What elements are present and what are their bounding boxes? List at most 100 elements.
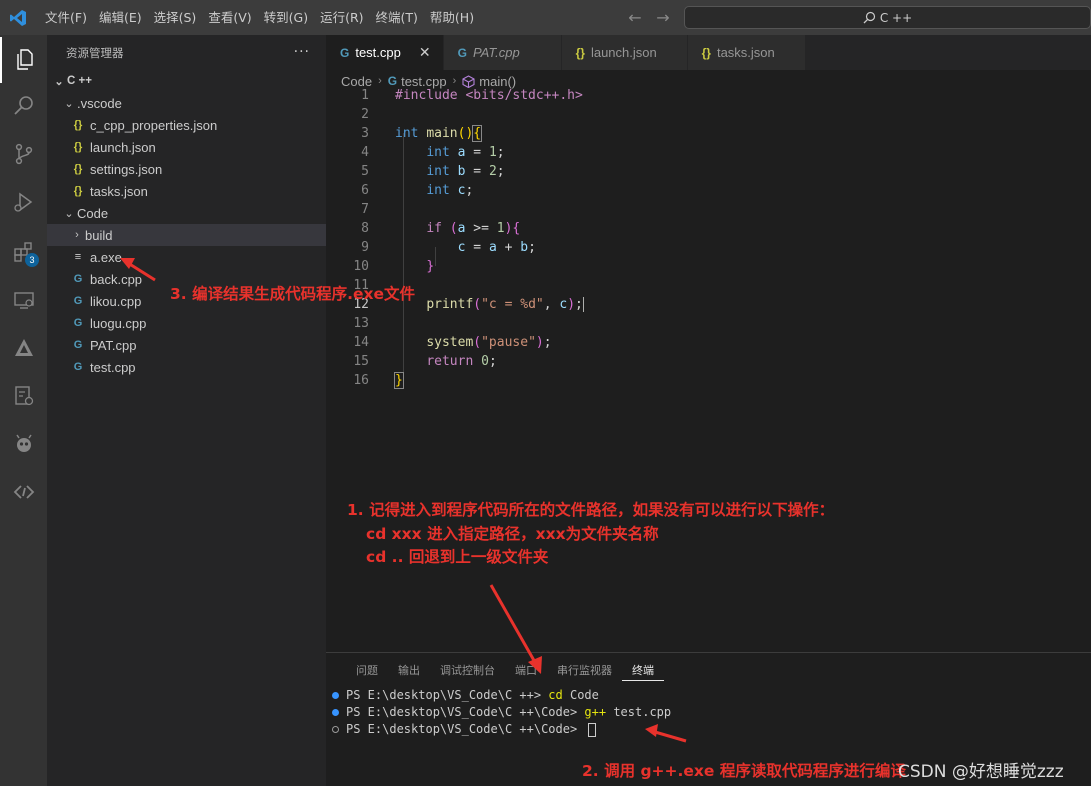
code-line: 11 (353, 278, 369, 293)
source-control-icon[interactable] (0, 131, 47, 177)
azure-icon[interactable] (0, 325, 47, 371)
remote-link-icon[interactable] (0, 469, 47, 515)
terminal-line[interactable]: PS E:\desktop\VS_Code\C ++\Code> (332, 721, 597, 738)
editor-tabs: G test.cpp ✕ G PAT.cpp {} launch.json {}… (326, 35, 1091, 70)
extensions-icon[interactable]: 3 (0, 229, 47, 275)
tree-item-label: back.cpp (90, 271, 143, 287)
tree-file-pat-cpp[interactable]: G PAT.cpp (47, 334, 326, 356)
tree-file-tasks-json[interactable]: {} tasks.json (47, 180, 326, 202)
remote-explorer-icon[interactable] (0, 277, 47, 323)
explorer-title: 资源管理器 (66, 45, 124, 60)
tab-pat-cpp[interactable]: G PAT.cpp (443, 35, 562, 70)
code-line: 1 #include <bits/stdc++.h> (361, 88, 583, 103)
tab-ports[interactable]: 端口 (505, 661, 547, 681)
exe-file-icon: ≡ (74, 251, 82, 263)
json-file-icon: {} (73, 141, 83, 153)
code-line: 6 int c; (361, 183, 474, 198)
tree-item-label: launch.json (90, 139, 156, 155)
tab-serial-monitor[interactable]: 串行监视器 (547, 661, 622, 681)
code-line: 4 int a = 1; (361, 145, 505, 160)
tree-item-label: Code (77, 205, 109, 221)
code-line: 8 if (a >= 1){ (361, 221, 521, 236)
tab-label: test.cpp (355, 45, 401, 60)
terminal-line: PS E:\desktop\VS_Code\C ++> cd Code (332, 687, 599, 704)
explorer-sidebar: 资源管理器 ··· ⌄ C ++ ⌄ .vscode {} c_cpp_prop… (47, 35, 326, 786)
text-cursor (582, 297, 584, 312)
menu-edit[interactable]: 编辑(E) (93, 0, 148, 35)
menu-go[interactable]: 转到(G) (258, 0, 314, 35)
json-file-icon: {} (701, 45, 711, 60)
code-line: 5 int b = 2; (361, 164, 505, 179)
cpp-file-icon: G (73, 273, 83, 285)
close-icon[interactable]: ✕ (419, 44, 431, 61)
json-file-icon: {} (73, 185, 83, 197)
tab-tasks-json[interactable]: {} tasks.json (687, 35, 806, 70)
back-arrow-icon[interactable]: ← (626, 8, 644, 27)
menu-bar: 文件(F) 编辑(E) 选择(S) 查看(V) 转到(G) 运行(R) 终端(T… (39, 0, 480, 35)
run-debug-icon[interactable] (0, 179, 47, 225)
tree-item-label: settings.json (90, 161, 163, 177)
tree-folder-build[interactable]: › build (47, 224, 326, 246)
tab-output[interactable]: 输出 (388, 661, 430, 681)
tab-test-cpp[interactable]: G test.cpp ✕ (326, 35, 444, 70)
command-success-icon (332, 692, 339, 699)
menu-selection[interactable]: 选择(S) (148, 0, 203, 35)
tab-label: PAT.cpp (472, 45, 520, 60)
menu-help[interactable]: 帮助(H) (424, 0, 480, 35)
menu-file[interactable]: 文件(F) (39, 0, 93, 35)
cpp-file-icon: G (457, 45, 467, 60)
code-line: 7 (361, 202, 369, 217)
tree-file-a-exe[interactable]: ≡ a.exe (47, 246, 326, 268)
activity-bar: 3 (0, 35, 47, 786)
code-line: 14 system("pause"); (353, 335, 552, 350)
annotation-exe-result: 3. 编译结果生成代码程序.exe文件 (170, 285, 415, 303)
watermark: CSDN @好想睡觉zzz (898, 762, 1064, 782)
annotation-cd-step-2: cd xxx 进入指定路径，xxx为文件夹名称 (366, 525, 659, 543)
code-line: 9 c = a + b; (361, 240, 536, 255)
forward-arrow-icon[interactable]: → (654, 8, 672, 27)
explorer-header: 资源管理器 ··· (47, 35, 326, 70)
command-center-label: C ++ (879, 10, 913, 25)
tree-item-label: luogu.cpp (90, 315, 147, 331)
tab-debug-console[interactable]: 调试控制台 (430, 661, 505, 681)
tree-file-launch-json[interactable]: {} launch.json (47, 136, 326, 158)
code-line: 13 (353, 316, 369, 331)
tree-file-test-cpp[interactable]: G test.cpp (47, 356, 326, 378)
tab-label: launch.json (590, 45, 657, 60)
tree-item-label: .vscode (77, 95, 122, 111)
extensions-badge: 3 (25, 253, 39, 267)
tree-file-settings-json[interactable]: {} settings.json (47, 158, 326, 180)
cpp-file-icon: G (73, 339, 83, 351)
tab-launch-json[interactable]: {} launch.json (561, 35, 688, 70)
search-icon[interactable] (0, 83, 47, 129)
more-actions-icon[interactable]: ··· (294, 44, 310, 60)
tree-root-folder[interactable]: ⌄ C ++ (47, 70, 326, 92)
command-pending-icon (332, 726, 339, 733)
tab-problems[interactable]: 问题 (346, 661, 388, 681)
cpp-file-icon: G (73, 361, 83, 373)
chevron-down-icon: ⌄ (64, 97, 74, 110)
menu-run[interactable]: 运行(R) (314, 0, 369, 35)
tree-folder-vscode[interactable]: ⌄ .vscode (47, 92, 326, 114)
command-center-search[interactable]: C ++ (684, 6, 1091, 29)
platformio-icon[interactable] (0, 421, 47, 467)
tree-folder-code[interactable]: ⌄ Code (47, 202, 326, 224)
tree-file-luogu-cpp[interactable]: G luogu.cpp (47, 312, 326, 334)
title-bar: 文件(F) 编辑(E) 选择(S) 查看(V) 转到(G) 运行(R) 终端(T… (0, 0, 1091, 35)
explorer-icon[interactable] (0, 37, 47, 83)
tree-item-label: build (85, 227, 113, 243)
testing-icon[interactable] (0, 373, 47, 419)
tree-file-c-cpp-properties[interactable]: {} c_cpp_properties.json (47, 114, 326, 136)
menu-terminal[interactable]: 终端(T) (370, 0, 424, 35)
navigation-arrows: ← → (626, 0, 672, 35)
menu-view[interactable]: 查看(V) (202, 0, 257, 35)
tree-root-label: C ++ (67, 75, 92, 87)
code-line: 16} (353, 372, 404, 389)
command-success-icon (332, 709, 339, 716)
tab-terminal[interactable]: 终端 (622, 661, 664, 681)
cpp-file-icon: G (73, 317, 83, 329)
panel-tabs: 问题 输出 调试控制台 端口 串行监视器 终端 (346, 661, 664, 681)
annotation-gpp-compile: 2. 调用 g++.exe 程序读取代码程序进行编译 (582, 762, 906, 780)
code-line: 2 (361, 107, 369, 122)
tree-item-label: PAT.cpp (90, 337, 137, 353)
